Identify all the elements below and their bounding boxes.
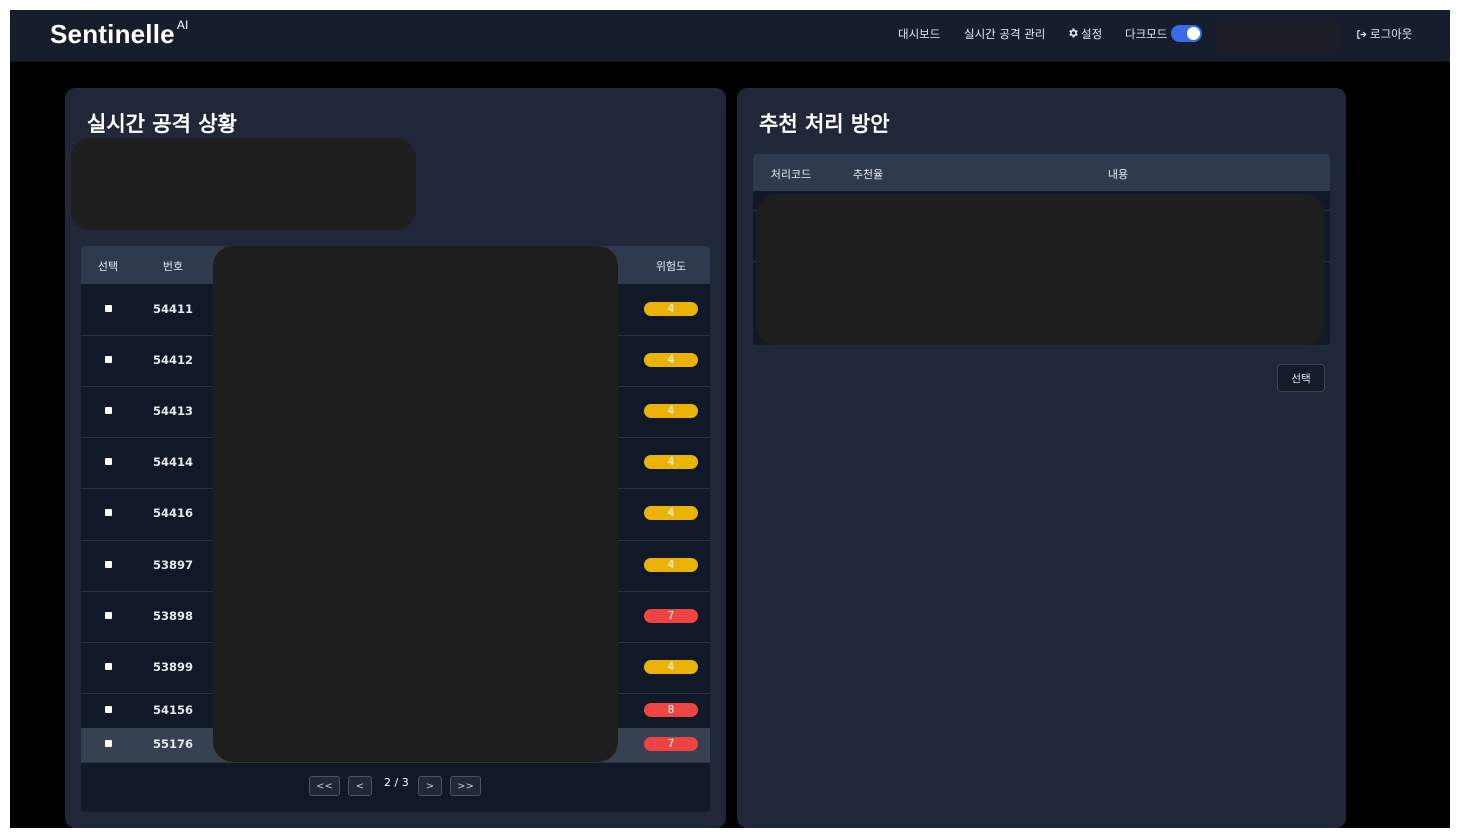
attack-table: 선택 번호 위험도 54411 4 54412 4 54413 4 54414 4 54416 4… — [81, 246, 710, 812]
row-number: 54416 — [152, 506, 194, 520]
row-checkbox[interactable] — [105, 355, 112, 363]
row-number: 53898 — [152, 608, 194, 623]
realtime-attack-panel: 실시간 공격 상황 선택 번호 위험도 54411 4 54412 4 54413 4 54… — [65, 88, 726, 828]
last-page-button[interactable]: >> — [450, 776, 481, 796]
logout-button[interactable]: 로그아웃 — [1356, 26, 1412, 42]
recommendation-panel: 추천 처리 방안 처리코드 추천율 내용 선택 — [737, 88, 1346, 828]
top-navbar: Sentinelle AI 대시보드 실시간 공격 관리 설정 다크모드 로그아웃 — [10, 10, 1450, 62]
risk-badge: 8 — [644, 702, 698, 717]
row-checkbox[interactable] — [105, 457, 112, 465]
nav-attack-management-link[interactable]: 실시간 공격 관리 — [964, 26, 1045, 42]
panel-title: 실시간 공격 상황 — [87, 112, 237, 136]
risk-badge: 4 — [644, 454, 698, 469]
column-header-select: 선택 — [97, 260, 119, 273]
gear-icon[interactable] — [1067, 27, 1079, 39]
column-header-rate: 추천율 — [852, 168, 884, 181]
column-header-content: 내용 — [1107, 168, 1129, 181]
risk-badge: 4 — [644, 403, 698, 418]
redacted-recommendations — [756, 194, 1325, 345]
column-header-risk: 위험도 — [655, 260, 687, 273]
row-number: 54414 — [152, 454, 194, 469]
panel-title: 추천 처리 방안 — [759, 112, 890, 136]
risk-badge: 7 — [644, 737, 698, 751]
redacted-summary — [71, 138, 416, 230]
table-header: 처리코드 추천율 내용 — [753, 154, 1330, 191]
page-indicator: 2 / 3 — [384, 776, 409, 789]
row-checkbox[interactable] — [105, 662, 112, 670]
risk-badge: 4 — [644, 506, 698, 520]
prev-page-button[interactable]: < — [348, 776, 372, 796]
row-number: 55176 — [152, 737, 194, 751]
row-checkbox[interactable] — [105, 611, 112, 619]
app-frame: Sentinelle AI 대시보드 실시간 공격 관리 설정 다크모드 로그아웃… — [10, 10, 1450, 828]
column-header-code: 처리코드 — [770, 168, 812, 181]
risk-badge: 4 — [644, 659, 698, 674]
logo-superscript: AI — [176, 18, 189, 33]
recommendation-table: 처리코드 추천율 내용 — [753, 154, 1330, 345]
row-checkbox[interactable] — [105, 509, 112, 516]
next-page-button[interactable]: > — [418, 776, 442, 796]
row-checkbox[interactable] — [105, 740, 112, 747]
row-number: 53897 — [152, 557, 194, 572]
risk-badge: 7 — [644, 608, 698, 623]
dark-mode-label: 다크모드 — [1125, 27, 1168, 41]
logout-label: 로그아웃 — [1370, 27, 1413, 41]
risk-badge: 4 — [644, 352, 698, 367]
nav-settings-link[interactable]: 설정 — [1081, 26, 1102, 42]
row-checkbox[interactable] — [105, 705, 112, 713]
dark-mode-toggle[interactable] — [1171, 25, 1202, 42]
row-number: 54412 — [152, 352, 194, 367]
redacted-user-info — [1215, 19, 1339, 54]
row-checkbox[interactable] — [105, 406, 112, 414]
logo-text: Sentinelle — [50, 19, 175, 49]
toggle-knob — [1187, 27, 1200, 40]
logo[interactable]: Sentinelle AI — [50, 18, 189, 50]
row-checkbox[interactable] — [105, 560, 112, 568]
first-page-button[interactable]: << — [309, 776, 340, 796]
row-number: 53899 — [152, 659, 194, 674]
logout-icon — [1357, 29, 1367, 39]
column-header-number: 번호 — [162, 260, 184, 273]
risk-badge: 4 — [644, 301, 698, 316]
select-button[interactable]: 선택 — [1277, 364, 1325, 392]
redacted-attack-details — [213, 246, 618, 762]
nav-dashboard-link[interactable]: 대시보드 — [898, 26, 940, 42]
risk-badge: 4 — [644, 557, 698, 572]
row-checkbox[interactable] — [105, 304, 112, 312]
row-number: 54413 — [152, 403, 194, 418]
row-number: 54156 — [152, 702, 194, 717]
row-number: 54411 — [152, 301, 194, 316]
